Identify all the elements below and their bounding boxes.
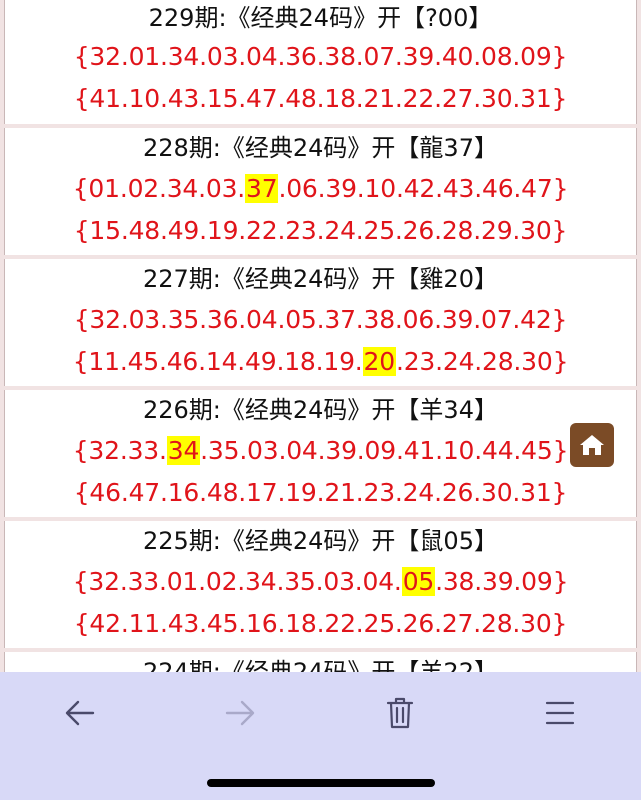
record-numbers-line1: {32.03.35.36.04.05.37.38.06.39.07.42} xyxy=(5,299,636,341)
number-segment: {32.33.01.02.34.35.03.04. xyxy=(72,567,402,596)
record-card: 227期:《经典24码》开【雞20】 {32.03.35.36.04.05.37.… xyxy=(4,259,637,386)
winning-number: 34 xyxy=(166,436,201,465)
menu-button[interactable] xyxy=(535,690,585,736)
record-title: 228期:《经典24码》开【龍37】 xyxy=(143,134,498,162)
record-list: 229期:《经典24码》开【?00】 {32.01.34.03.04.36.38.… xyxy=(4,0,637,672)
record-card: 229期:《经典24码》开【?00】 {32.01.34.03.04.36.38.… xyxy=(4,0,637,124)
record-title: 225期:《经典24码》开【鼠05】 xyxy=(143,527,498,555)
winning-number: 05 xyxy=(401,567,436,596)
browser-toolbar xyxy=(0,672,641,800)
number-segment: {46.47.16.48.17.19.21.23.24.26.30.31} xyxy=(73,478,568,507)
number-segment: .35.03.04.39.09.41.10.44.45} xyxy=(200,436,569,465)
record-card: 225期:《经典24码》开【鼠05】 {32.33.01.02.34.35.03.… xyxy=(4,521,637,648)
number-segment: {11.45.46.14.49.18.19. xyxy=(72,347,363,376)
record-numbers-line1: {32.33.34.35.03.04.39.09.41.10.44.45} xyxy=(5,430,636,472)
record-numbers-line1: {32.33.01.02.34.35.03.04.05.38.39.09} xyxy=(5,561,636,603)
number-segment: .38.39.09} xyxy=(435,567,569,596)
record-card: 226期:《经典24码》开【羊34】 {32.33.34.35.03.04.39.… xyxy=(4,390,637,517)
record-title: 224期:《经典24码》开【羊22】 xyxy=(143,658,498,672)
number-segment: {32.03.35.36.04.05.37.38.06.39.07.42} xyxy=(73,305,568,334)
number-segment: {41.10.43.15.47.48.18.21.22.27.30.31} xyxy=(73,84,568,113)
record-numbers-line2: {15.48.49.19.22.23.24.25.26.28.29.30} xyxy=(5,210,636,252)
number-segment: {01.02.34.03. xyxy=(72,174,246,203)
winning-number: 37 xyxy=(245,174,279,203)
number-segment: .23.24.28.30} xyxy=(395,347,569,376)
home-indicator[interactable] xyxy=(207,779,435,787)
record-title: 227期:《经典24码》开【雞20】 xyxy=(143,265,498,293)
record-numbers-line1: {32.01.34.03.04.36.38.07.39.40.08.09} xyxy=(5,36,636,78)
record-numbers-line2: {42.11.43.45.16.18.22.25.26.27.28.30} xyxy=(5,603,636,645)
arrow-left-icon xyxy=(65,700,95,726)
number-segment: .06.39.10.42.43.46.47} xyxy=(278,174,569,203)
record-numbers-line2: {11.45.46.14.49.18.19.20.23.24.28.30} xyxy=(5,341,636,383)
record-title: 229期:《经典24码》开【?00】 xyxy=(148,4,493,32)
home-icon xyxy=(580,435,604,455)
number-segment: {42.11.43.45.16.18.22.25.26.27.28.30} xyxy=(73,609,568,638)
back-button[interactable] xyxy=(55,690,105,736)
number-segment: {32.33. xyxy=(72,436,167,465)
record-numbers-line1: {01.02.34.03.37.06.39.10.42.43.46.47} xyxy=(5,168,636,210)
record-numbers-line2: {46.47.16.48.17.19.21.23.24.26.30.31} xyxy=(5,472,636,514)
number-segment: {15.48.49.19.22.23.24.25.26.28.29.30} xyxy=(73,216,568,245)
delete-button[interactable] xyxy=(375,690,425,736)
trash-icon xyxy=(386,697,414,729)
number-segment: {32.01.34.03.04.36.38.07.39.40.08.09} xyxy=(73,42,568,71)
record-title: 226期:《经典24码》开【羊34】 xyxy=(143,396,498,424)
record-numbers-line2: {41.10.43.15.47.48.18.21.22.27.30.31} xyxy=(5,78,636,120)
record-card: 224期:《经典24码》开【羊22】 xyxy=(4,652,637,672)
arrow-right-icon xyxy=(225,700,255,726)
forward-button[interactable] xyxy=(215,690,265,736)
web-page: 229期:《经典24码》开【?00】 {32.01.34.03.04.36.38.… xyxy=(0,0,641,672)
winning-number: 20 xyxy=(362,347,396,376)
home-button[interactable] xyxy=(570,423,614,467)
hamburger-menu-icon xyxy=(545,701,575,725)
record-card: 228期:《经典24码》开【龍37】 {01.02.34.03.37.06.39.… xyxy=(4,128,637,255)
